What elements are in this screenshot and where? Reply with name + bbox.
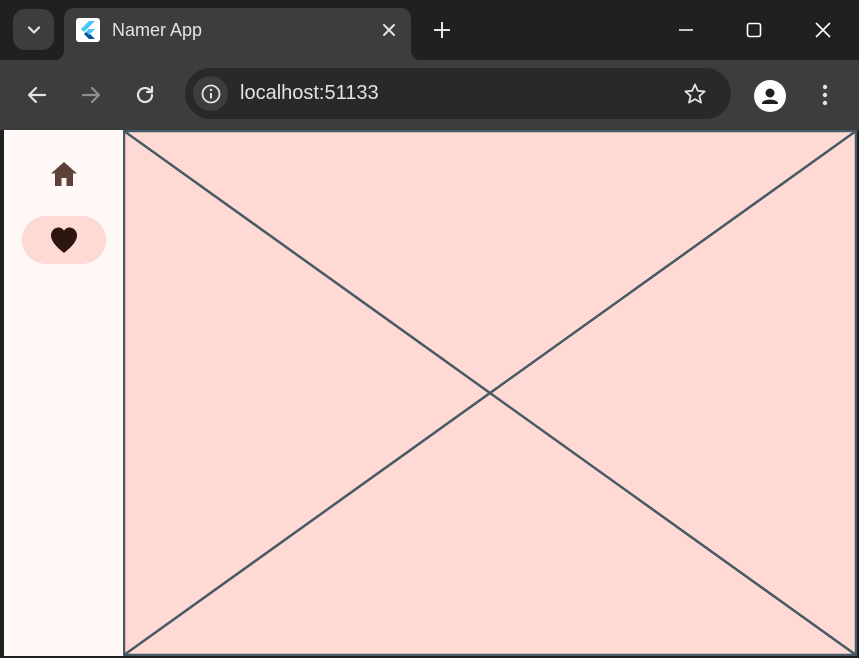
bookmark-button[interactable]: [681, 80, 709, 108]
rail-item-favorites[interactable]: [22, 216, 106, 264]
browser-menu-button[interactable]: [812, 80, 838, 110]
placeholder-widget: [123, 130, 857, 656]
forward-button[interactable]: [76, 80, 106, 110]
browser-toolbar: localhost:51133: [0, 60, 859, 130]
url-text[interactable]: localhost:51133: [240, 82, 379, 105]
tab-search-button[interactable]: [13, 9, 54, 50]
tab-close-button[interactable]: [378, 19, 400, 41]
chevron-down-icon: [27, 25, 40, 34]
maximize-icon: [746, 22, 762, 38]
page-viewport: [4, 130, 857, 656]
maximize-button[interactable]: [738, 14, 770, 46]
arrow-left-icon: [27, 86, 47, 104]
browser-tab[interactable]: Namer App: [54, 8, 421, 60]
arrow-right-icon: [81, 86, 101, 104]
favorite-icon: [51, 227, 77, 253]
flutter-logo-icon: [76, 18, 100, 42]
close-icon: [383, 24, 395, 36]
reload-button[interactable]: [130, 80, 160, 110]
navigation-rail: [4, 130, 123, 656]
plus-icon: [434, 22, 450, 38]
site-info-button[interactable]: [193, 76, 228, 111]
minimize-button[interactable]: [670, 14, 702, 46]
star-icon: [684, 83, 706, 104]
profile-button[interactable]: [754, 80, 786, 112]
new-tab-button[interactable]: [428, 16, 456, 44]
placeholder-cross: [123, 130, 857, 656]
window-close-button[interactable]: [807, 14, 839, 46]
minimize-icon: [679, 29, 693, 31]
reload-icon: [136, 85, 154, 104]
address-bar[interactable]: localhost:51133: [185, 68, 731, 119]
more-vertical-icon: [822, 84, 828, 106]
home-icon: [51, 162, 77, 186]
browser-window: Namer App localhost:51133: [0, 0, 859, 658]
back-button[interactable]: [22, 80, 52, 110]
tab-title: Namer App: [112, 20, 203, 40]
person-icon: [756, 82, 784, 110]
tab-strip: Namer App: [0, 0, 859, 60]
rail-item-home[interactable]: [22, 150, 106, 198]
info-icon: [201, 84, 220, 103]
close-icon: [815, 22, 831, 38]
